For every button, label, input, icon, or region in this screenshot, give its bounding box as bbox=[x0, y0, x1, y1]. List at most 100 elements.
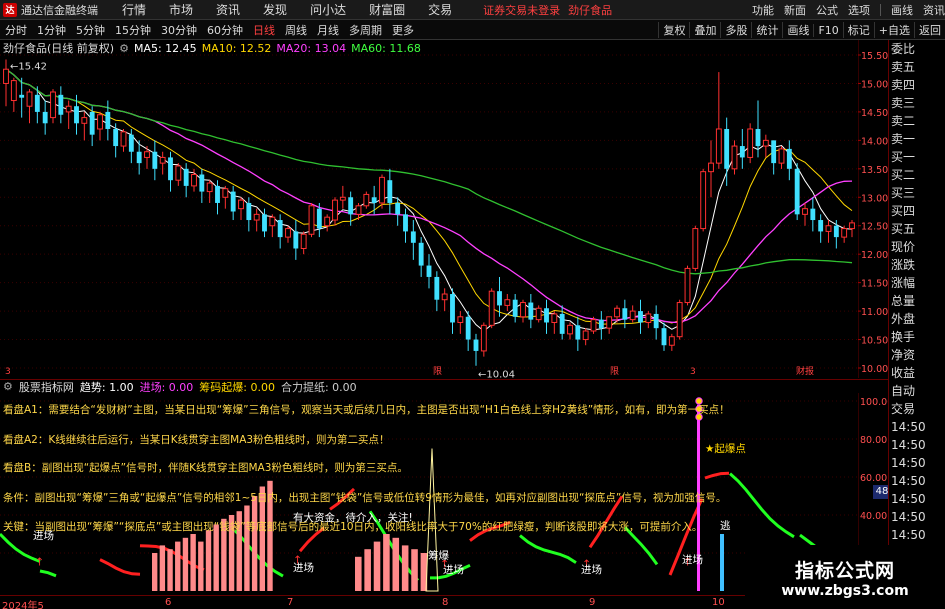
event-marker[interactable]: 3 bbox=[5, 367, 11, 377]
tool-button-2[interactable]: 多股 bbox=[720, 22, 751, 38]
candle[interactable] bbox=[771, 140, 777, 175]
login-warning[interactable]: 证券交易未登录 bbox=[483, 2, 560, 18]
candle[interactable] bbox=[645, 311, 652, 329]
candle[interactable] bbox=[332, 197, 338, 226]
side-item-6[interactable]: 买一 bbox=[889, 148, 945, 166]
candle[interactable] bbox=[387, 168, 393, 215]
candle[interactable] bbox=[629, 305, 636, 323]
event-marker[interactable]: 3 bbox=[690, 367, 696, 377]
tool-button-3[interactable]: 统计 bbox=[751, 22, 782, 38]
candle[interactable] bbox=[339, 185, 346, 209]
candle[interactable] bbox=[253, 208, 260, 232]
side-item-2[interactable]: 卖四 bbox=[889, 76, 945, 94]
candle[interactable] bbox=[434, 271, 440, 312]
candle[interactable] bbox=[818, 214, 824, 243]
candle[interactable] bbox=[786, 140, 792, 181]
candle[interactable] bbox=[575, 316, 581, 351]
candle[interactable] bbox=[661, 322, 667, 351]
event-marker[interactable]: 限 bbox=[433, 366, 442, 377]
side-item-27[interactable]: 14:50 bbox=[889, 526, 945, 544]
event-marker[interactable]: 限 bbox=[610, 366, 619, 377]
candle[interactable] bbox=[58, 86, 64, 124]
candle[interactable] bbox=[692, 225, 699, 272]
candle[interactable] bbox=[567, 322, 573, 340]
candle[interactable] bbox=[105, 100, 111, 141]
candle[interactable] bbox=[285, 225, 291, 243]
indicator-settings-icon[interactable]: ⚙ bbox=[3, 380, 13, 393]
candle[interactable] bbox=[269, 214, 276, 238]
side-item-17[interactable]: 净资 bbox=[889, 346, 945, 364]
side-item-12[interactable]: 涨跌 bbox=[889, 256, 945, 274]
candlestick-chart[interactable]: ←15.42 ←10.04 3 限 限 3 财报 bbox=[0, 40, 886, 378]
candle[interactable] bbox=[802, 202, 808, 226]
candle[interactable] bbox=[379, 174, 385, 209]
side-item-22[interactable]: 14:50 bbox=[889, 436, 945, 454]
candle[interactable] bbox=[371, 185, 377, 215]
candle[interactable] bbox=[450, 288, 455, 334]
settings-icon[interactable]: ⚙ bbox=[119, 42, 129, 55]
period-tab-2[interactable]: 5分钟 bbox=[71, 22, 110, 38]
candle[interactable] bbox=[762, 134, 769, 158]
period-tab-3[interactable]: 15分钟 bbox=[110, 22, 156, 38]
menu-item-1[interactable]: 市场 bbox=[169, 3, 193, 17]
candle[interactable] bbox=[739, 128, 745, 169]
candle[interactable] bbox=[551, 311, 558, 334]
candle[interactable] bbox=[668, 333, 675, 351]
side-item-18[interactable]: 收益 bbox=[889, 364, 945, 382]
candle[interactable] bbox=[120, 128, 127, 152]
candle[interactable] bbox=[230, 185, 236, 221]
side-item-23[interactable]: 14:50 bbox=[889, 454, 945, 472]
side-item-26[interactable]: 14:50 bbox=[889, 508, 945, 526]
candle[interactable] bbox=[168, 151, 173, 192]
candle[interactable] bbox=[293, 220, 299, 260]
period-tab-8[interactable]: 月线 bbox=[312, 22, 344, 38]
menu-item-3[interactable]: 发现 bbox=[263, 3, 287, 17]
candle[interactable] bbox=[81, 111, 88, 141]
candle[interactable] bbox=[833, 220, 839, 249]
right-menu-item-5[interactable]: 资讯 bbox=[923, 2, 945, 18]
side-item-11[interactable]: 现价 bbox=[889, 238, 945, 256]
candle[interactable] bbox=[825, 220, 832, 243]
tool-button-4[interactable]: 画线 bbox=[782, 22, 813, 38]
candle[interactable] bbox=[175, 163, 182, 186]
side-item-4[interactable]: 卖二 bbox=[889, 112, 945, 130]
candle[interactable] bbox=[324, 214, 331, 232]
tool-button-0[interactable]: 复权 bbox=[658, 22, 689, 38]
right-menu-item-2[interactable]: 公式 bbox=[816, 2, 838, 18]
candle[interactable] bbox=[849, 220, 855, 238]
candle[interactable] bbox=[19, 77, 25, 118]
candle[interactable] bbox=[97, 111, 103, 141]
menu-item-4[interactable]: 问小达 bbox=[310, 3, 346, 17]
candle[interactable] bbox=[520, 299, 526, 323]
side-item-20[interactable]: 交易 bbox=[889, 400, 945, 418]
right-menu-item-3[interactable]: 选项 bbox=[848, 2, 870, 18]
candle[interactable] bbox=[582, 328, 589, 346]
candle[interactable] bbox=[512, 294, 518, 323]
side-item-15[interactable]: 外盘 bbox=[889, 310, 945, 328]
period-tab-1[interactable]: 1分钟 bbox=[32, 22, 71, 38]
candle[interactable] bbox=[277, 214, 283, 249]
tool-button-1[interactable]: 叠加 bbox=[689, 22, 720, 38]
candle[interactable] bbox=[473, 333, 479, 366]
tool-button-7[interactable]: +自选 bbox=[873, 22, 914, 38]
candle[interactable] bbox=[841, 225, 848, 243]
side-item-24[interactable]: 14:50 bbox=[889, 472, 945, 490]
candle[interactable] bbox=[300, 231, 307, 255]
candle[interactable] bbox=[810, 197, 816, 232]
candle[interactable] bbox=[26, 89, 33, 124]
candle[interactable] bbox=[638, 299, 643, 334]
side-item-3[interactable]: 卖三 bbox=[889, 94, 945, 112]
candle[interactable] bbox=[206, 180, 213, 203]
candle[interactable] bbox=[418, 237, 424, 277]
side-item-13[interactable]: 涨幅 bbox=[889, 274, 945, 292]
side-item-5[interactable]: 卖一 bbox=[889, 130, 945, 148]
side-item-1[interactable]: 卖五 bbox=[889, 58, 945, 76]
candle[interactable] bbox=[731, 140, 738, 175]
candle[interactable] bbox=[535, 305, 542, 323]
side-item-0[interactable]: 委比 bbox=[889, 40, 945, 58]
side-item-7[interactable]: 买二 bbox=[889, 166, 945, 184]
candle[interactable] bbox=[528, 294, 534, 329]
candle[interactable] bbox=[65, 100, 72, 129]
candle[interactable] bbox=[42, 100, 48, 135]
candle[interactable] bbox=[606, 316, 613, 334]
